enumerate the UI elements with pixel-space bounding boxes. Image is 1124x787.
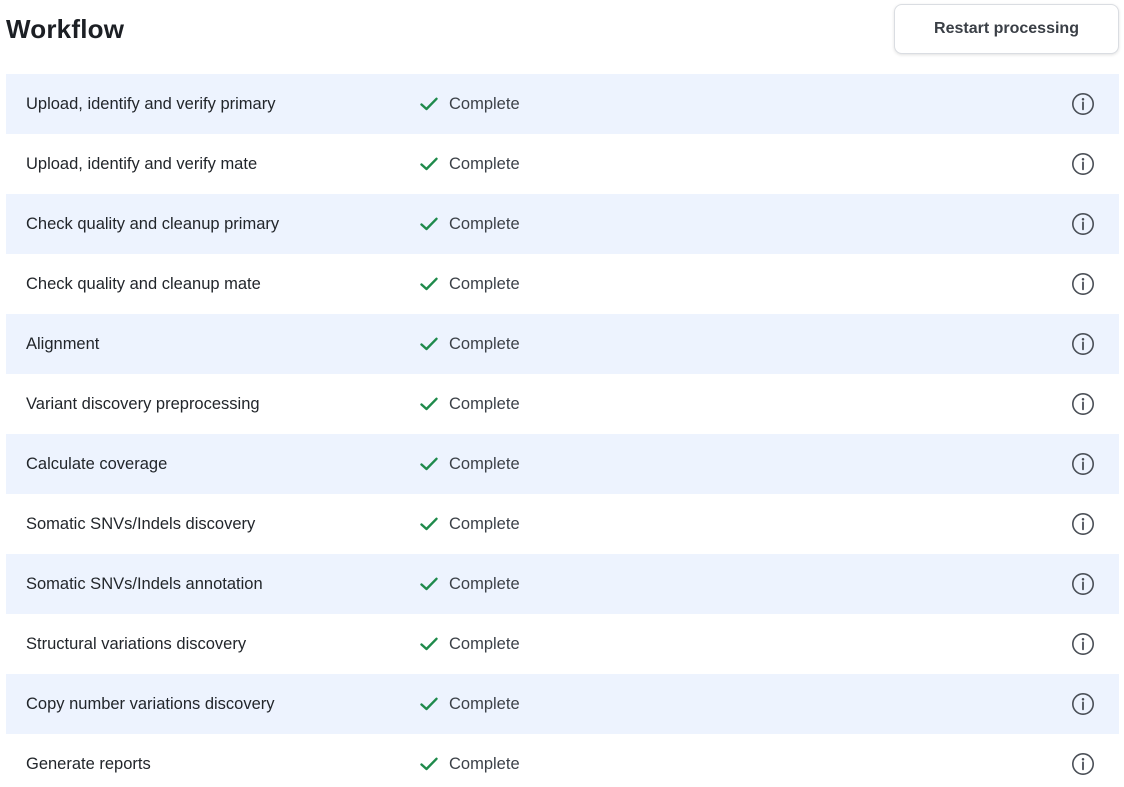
step-status: Complete <box>420 215 520 234</box>
status-text: Complete <box>449 634 520 653</box>
check-icon <box>420 577 438 591</box>
step-name: Check quality and cleanup primary <box>26 214 280 233</box>
check-icon <box>420 337 438 351</box>
step-name: Alignment <box>26 334 100 353</box>
step-name: Variant discovery preprocessing <box>26 394 260 413</box>
check-icon <box>420 397 438 411</box>
workflow-step-row: Variant discovery preprocessing Complete <box>6 374 1119 434</box>
check-icon <box>420 157 438 171</box>
status-text: Complete <box>449 214 520 233</box>
step-status: Complete <box>420 755 520 774</box>
restart-processing-button[interactable]: Restart processing <box>894 4 1119 54</box>
info-icon[interactable] <box>1071 212 1095 236</box>
step-status: Complete <box>420 515 520 534</box>
status-text: Complete <box>449 94 520 113</box>
workflow-step-row: Structural variations discovery Complete <box>6 614 1119 674</box>
check-icon <box>420 97 438 111</box>
workflow-header: Workflow Restart processing <box>6 0 1119 74</box>
workflow-step-row: Check quality and cleanup primary Comple… <box>6 194 1119 254</box>
workflow-step-row: Somatic SNVs/Indels annotation Complete <box>6 554 1119 614</box>
step-name: Check quality and cleanup mate <box>26 274 261 293</box>
step-name: Copy number variations discovery <box>26 694 275 713</box>
status-text: Complete <box>449 154 520 173</box>
workflow-page: Workflow Restart processing Upload, iden… <box>0 0 1124 787</box>
step-status: Complete <box>420 635 520 654</box>
check-icon <box>420 277 438 291</box>
step-status: Complete <box>420 335 520 354</box>
step-name: Upload, identify and verify primary <box>26 94 276 113</box>
step-status: Complete <box>420 455 520 474</box>
status-text: Complete <box>449 454 520 473</box>
page-title: Workflow <box>6 14 125 44</box>
workflow-step-row: Alignment Complete <box>6 314 1119 374</box>
check-icon <box>420 517 438 531</box>
info-icon[interactable] <box>1071 392 1095 416</box>
check-icon <box>420 757 438 771</box>
info-icon[interactable] <box>1071 272 1095 296</box>
status-text: Complete <box>449 514 520 533</box>
info-icon[interactable] <box>1071 692 1095 716</box>
step-status: Complete <box>420 575 520 594</box>
status-text: Complete <box>449 694 520 713</box>
step-name: Upload, identify and verify mate <box>26 154 258 173</box>
workflow-step-row: Upload, identify and verify mate Complet… <box>6 134 1119 194</box>
check-icon <box>420 697 438 711</box>
step-status: Complete <box>420 695 520 714</box>
info-icon[interactable] <box>1071 572 1095 596</box>
step-name: Somatic SNVs/Indels annotation <box>26 574 263 593</box>
info-icon[interactable] <box>1071 452 1095 476</box>
check-icon <box>420 637 438 651</box>
step-name: Generate reports <box>26 754 151 773</box>
workflow-step-row: Check quality and cleanup mate Complete <box>6 254 1119 314</box>
info-icon[interactable] <box>1071 512 1095 536</box>
step-status: Complete <box>420 155 520 174</box>
workflow-step-row: Generate reports Complete <box>6 734 1119 787</box>
step-status: Complete <box>420 395 520 414</box>
status-text: Complete <box>449 754 520 773</box>
step-status: Complete <box>420 275 520 294</box>
step-status: Complete <box>420 95 520 114</box>
status-text: Complete <box>449 394 520 413</box>
info-icon[interactable] <box>1071 152 1095 176</box>
status-text: Complete <box>449 334 520 353</box>
workflow-step-list: Upload, identify and verify primary Comp… <box>6 74 1119 787</box>
workflow-step-row: Somatic SNVs/Indels discovery Complete <box>6 494 1119 554</box>
workflow-step-row: Upload, identify and verify primary Comp… <box>6 74 1119 134</box>
info-icon[interactable] <box>1071 332 1095 356</box>
check-icon <box>420 457 438 471</box>
step-name: Calculate coverage <box>26 454 168 473</box>
info-icon[interactable] <box>1071 752 1095 776</box>
workflow-step-row: Calculate coverage Complete <box>6 434 1119 494</box>
status-text: Complete <box>449 274 520 293</box>
info-icon[interactable] <box>1071 92 1095 116</box>
step-name: Structural variations discovery <box>26 634 247 653</box>
step-name: Somatic SNVs/Indels discovery <box>26 514 256 533</box>
check-icon <box>420 217 438 231</box>
workflow-step-row: Copy number variations discovery Complet… <box>6 674 1119 734</box>
info-icon[interactable] <box>1071 632 1095 656</box>
status-text: Complete <box>449 574 520 593</box>
